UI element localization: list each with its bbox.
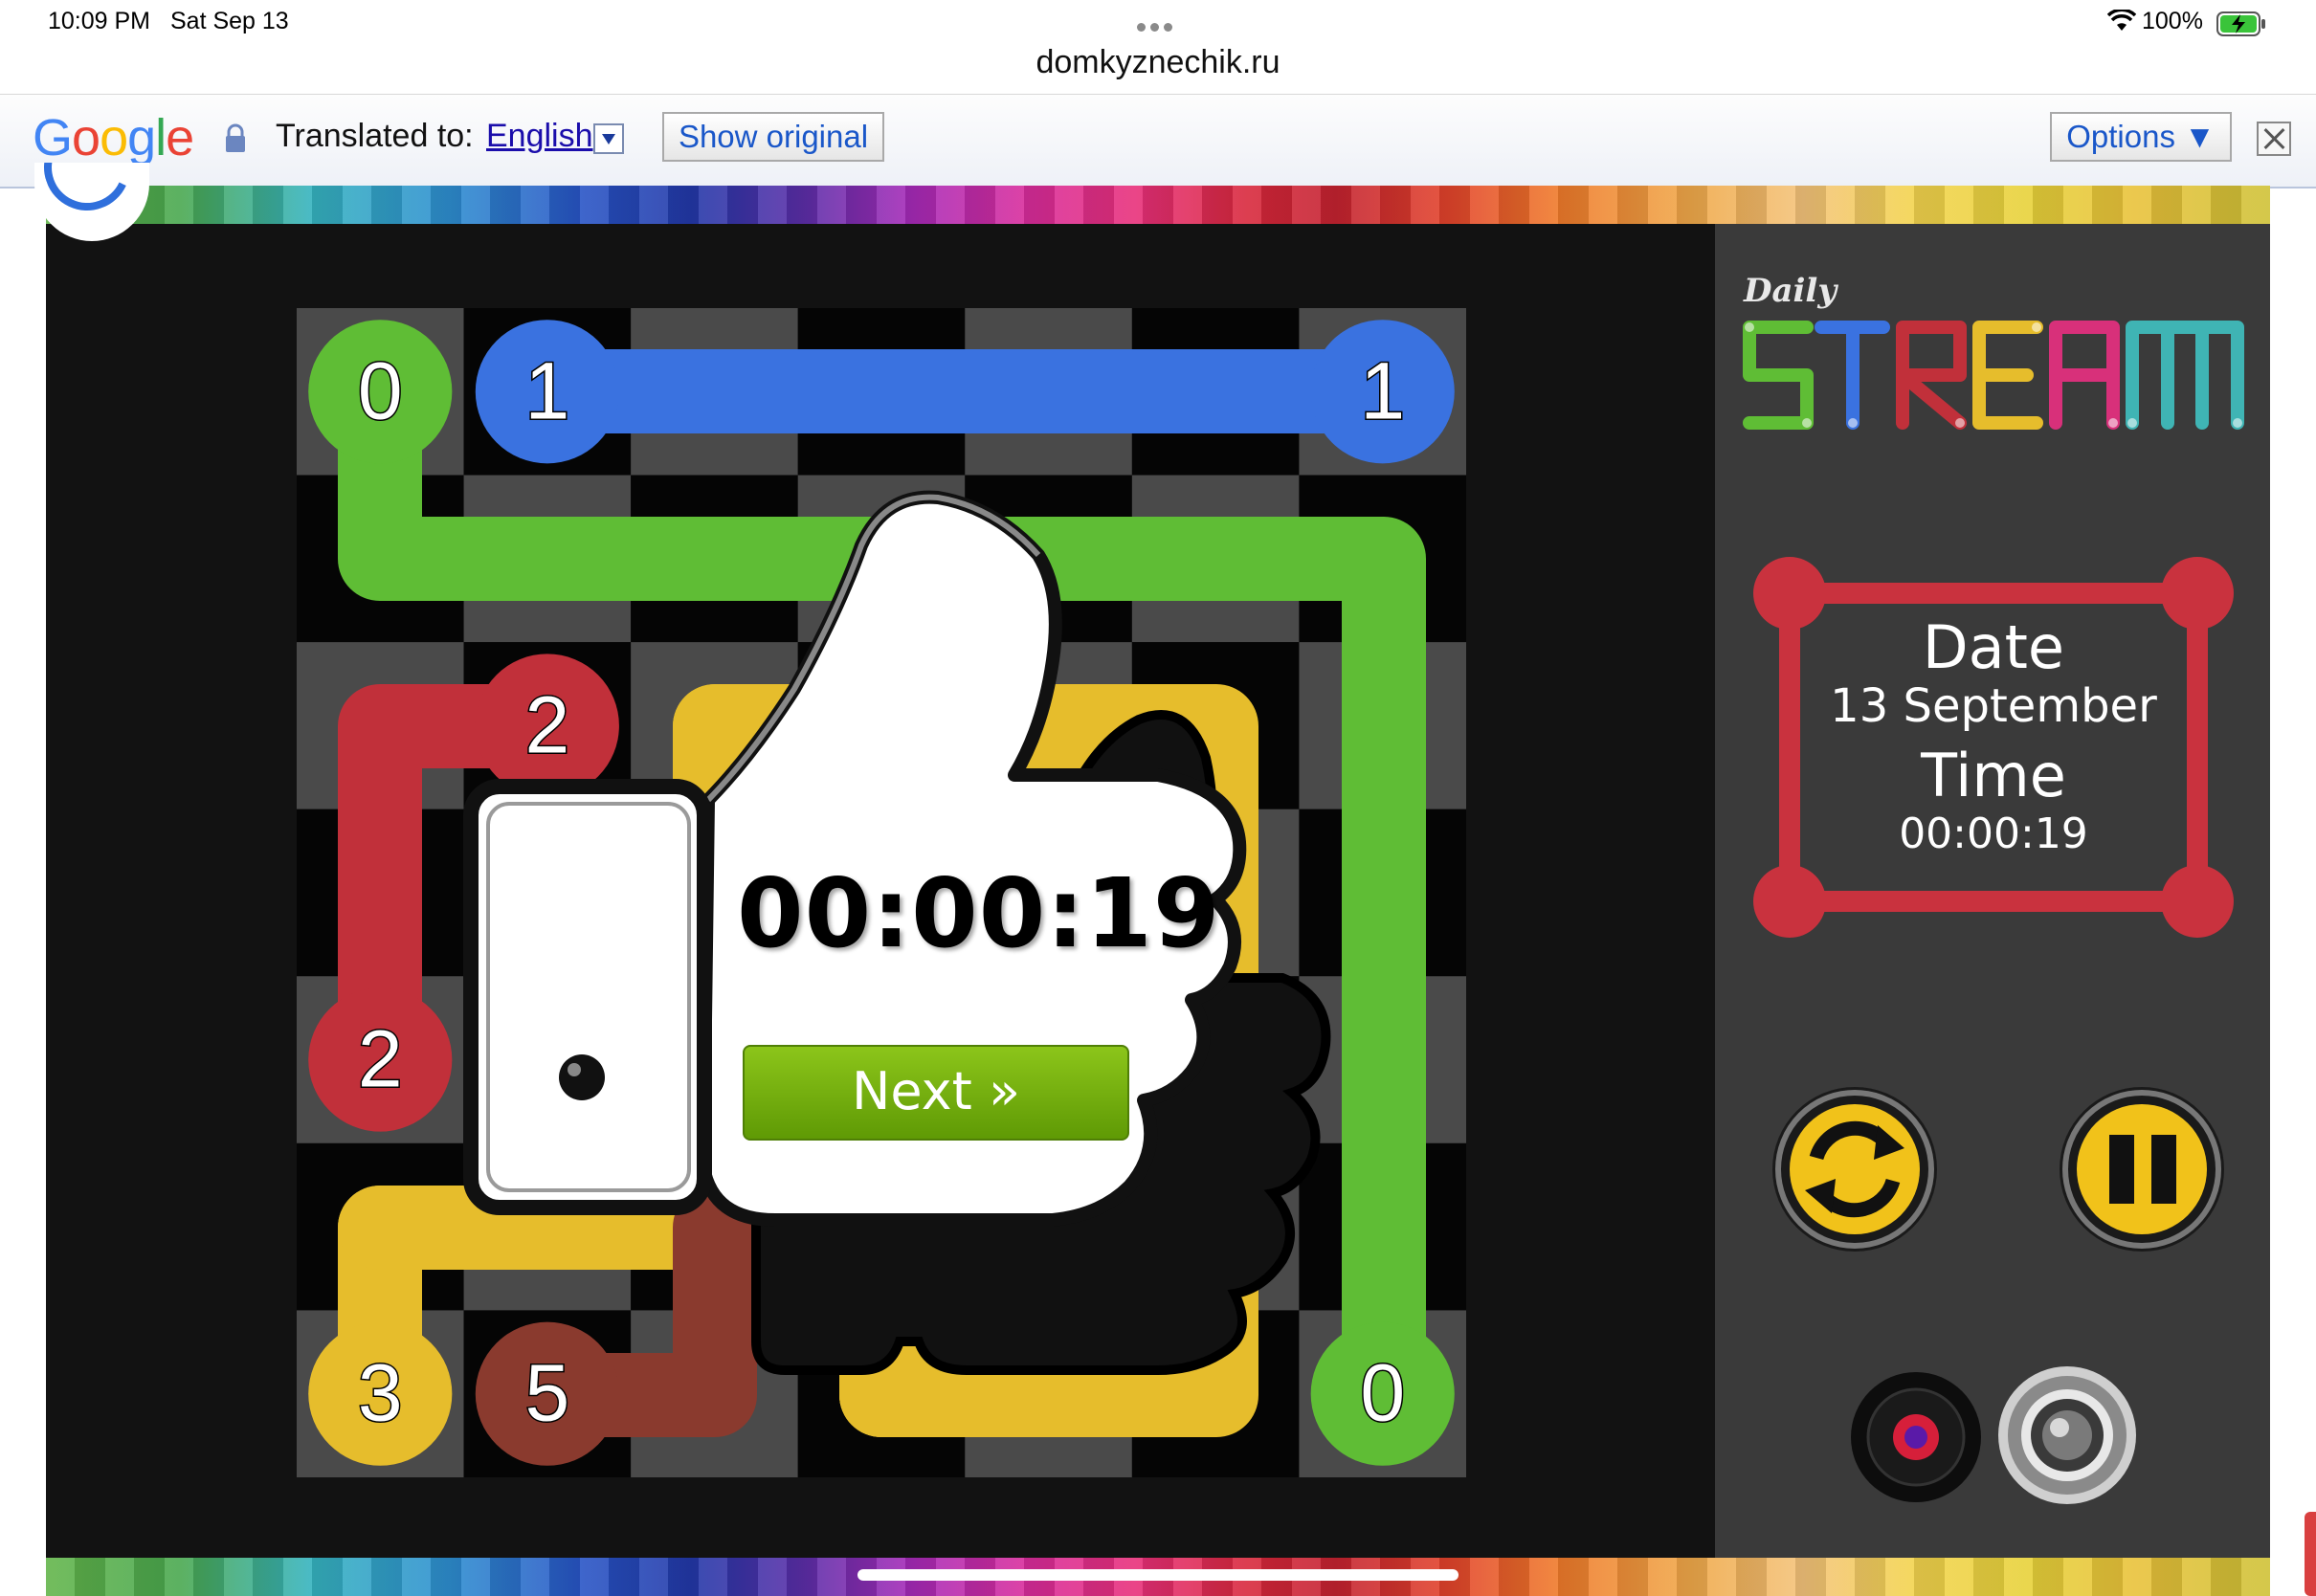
sound-button[interactable] bbox=[1998, 1366, 2136, 1504]
pause-button[interactable] bbox=[2060, 1087, 2224, 1252]
board-node-label: 1 bbox=[1360, 345, 1405, 435]
board-node-label: 1 bbox=[524, 345, 569, 435]
options-button[interactable]: Options ▼ bbox=[2050, 112, 2232, 162]
next-button[interactable]: Next » bbox=[743, 1045, 1129, 1141]
date-label: Date bbox=[1922, 612, 2065, 682]
time-label: Time bbox=[1921, 741, 2066, 810]
logo-daily: Daily bbox=[1744, 272, 1837, 310]
language-link[interactable]: English bbox=[486, 118, 593, 155]
battery-percent: 100% bbox=[2142, 8, 2203, 34]
date-value: 13 September bbox=[1830, 679, 2157, 733]
time-value: 00:00:19 bbox=[1899, 809, 2088, 858]
close-icon[interactable] bbox=[2257, 122, 2291, 156]
restart-button[interactable] bbox=[1772, 1087, 1937, 1252]
board-node-label: 2 bbox=[358, 1014, 403, 1104]
status-date: Sat Sep 13 bbox=[170, 8, 289, 34]
wifi-icon bbox=[2107, 10, 2136, 31]
lock-icon bbox=[226, 123, 245, 152]
status-time: 10:09 PM bbox=[48, 8, 151, 34]
board-node-label: 0 bbox=[1360, 1348, 1405, 1438]
battery-charging-icon bbox=[2216, 11, 2265, 36]
result-time: 00:00:19 bbox=[737, 857, 1221, 969]
board-node-label: 3 bbox=[358, 1348, 403, 1438]
show-original-button[interactable]: Show original bbox=[662, 112, 884, 162]
address-bar[interactable]: domkyznechik.ru bbox=[0, 44, 2316, 81]
status-bar: 10:09 PM Sat Sep 13 100% bbox=[0, 0, 2316, 46]
google-logo: Google bbox=[33, 109, 194, 166]
rainbow-strip-top bbox=[46, 186, 2270, 224]
stream-logo bbox=[1743, 321, 2244, 430]
board-node-label: 0 bbox=[358, 345, 403, 435]
home-indicator bbox=[857, 1569, 1459, 1581]
translate-bar: Google Translated to: English Show origi… bbox=[0, 94, 2316, 188]
board-node-label: 2 bbox=[524, 679, 569, 769]
board-node-label: 5 bbox=[524, 1348, 569, 1438]
scrollbar[interactable] bbox=[2305, 1512, 2316, 1596]
language-dropdown-icon[interactable] bbox=[593, 123, 624, 154]
multitasking-dots-icon[interactable] bbox=[1137, 17, 1181, 32]
translated-to-label: Translated to: bbox=[276, 118, 474, 154]
board-cell[interactable] bbox=[463, 976, 632, 1143]
record-button[interactable] bbox=[1851, 1372, 1981, 1502]
board-cell[interactable] bbox=[463, 809, 632, 977]
